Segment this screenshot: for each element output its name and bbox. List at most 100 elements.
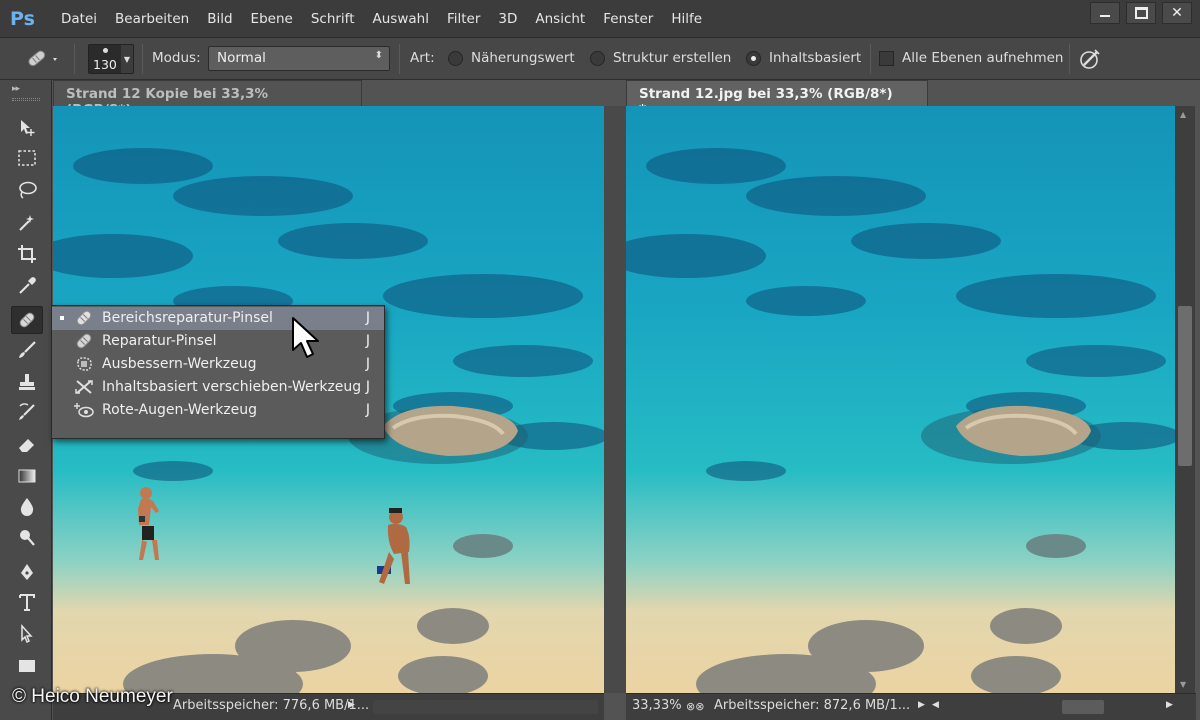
flyout-item-spot-healing-brush[interactable]: Bereichsreparatur-Pinsel J [52, 307, 384, 330]
flyout-item-red-eye[interactable]: Rote-Augen-Werkzeug J [52, 399, 384, 422]
gradient-tool[interactable] [11, 462, 43, 490]
tab-document-1[interactable]: Strand 12 Kopie bei 33,3% (RGB/8*)× [53, 80, 362, 118]
menu-bearbeiten[interactable]: Bearbeiten [115, 11, 189, 27]
selected-bullet [60, 316, 64, 320]
menu-ebene[interactable]: Ebene [251, 11, 293, 27]
blur-tool[interactable] [11, 492, 43, 520]
horizontal-scroll-thumb[interactable] [1062, 700, 1104, 714]
menu-bar: Ps Datei Bearbeiten Bild Ebene Schrift A… [0, 0, 1200, 38]
canvas-document-2[interactable] [626, 106, 1175, 693]
document-gutter [604, 106, 626, 693]
radio-naeherungswert[interactable] [448, 51, 463, 66]
pressure-size-icon[interactable] [1078, 47, 1102, 71]
status-menu-arrow-icon[interactable]: ▶ [918, 700, 925, 710]
brush-size-picker[interactable]: 130 ▼ [88, 44, 134, 74]
spot-healing-tool[interactable] [11, 306, 43, 334]
menu-bild[interactable]: Bild [207, 11, 232, 27]
checkbox-label-all-layers[interactable]: Alle Ebenen aufnehmen [902, 50, 1063, 66]
menu-3d[interactable]: 3D [498, 11, 517, 27]
type-label: Art: [410, 50, 435, 66]
scroll-thumb[interactable] [1178, 306, 1192, 466]
radio-struktur-erstellen[interactable] [590, 51, 605, 66]
brush-tip-dot [103, 48, 108, 53]
select-arrows-icon: ⬍ [374, 50, 383, 61]
type-tool[interactable] [11, 588, 43, 616]
separator [399, 44, 400, 74]
menu-hilfe[interactable]: Hilfe [671, 11, 702, 27]
healing-tools-flyout: Bereichsreparatur-Pinsel J Reparatur-Pin… [51, 305, 385, 439]
beach-photo-2 [626, 106, 1175, 693]
scroll-left-icon[interactable]: ◀ [932, 700, 939, 710]
flyout-item-patch-tool[interactable]: Ausbessern-Werkzeug J [52, 353, 384, 376]
expand-arrows-icon[interactable]: ▸▸ [12, 84, 20, 94]
pen-tool[interactable] [11, 558, 43, 586]
main-menu: Datei Bearbeiten Bild Ebene Schrift Ausw… [52, 11, 711, 27]
scroll-right-icon[interactable]: ▶ [1166, 700, 1173, 710]
zoom-level[interactable]: 33,33% [632, 698, 682, 713]
radio-inhaltsbasiert[interactable] [746, 51, 761, 66]
tab-document-2[interactable]: Strand 12.jpg bei 33,3% (RGB/8*) *× [626, 80, 928, 118]
move-tool[interactable] [11, 114, 43, 142]
patch-tool-icon [77, 357, 92, 371]
minimize-button[interactable] [1090, 2, 1120, 24]
pen-icon [21, 564, 33, 580]
shortcut-key: J [365, 356, 370, 372]
all-layers-checkbox[interactable] [879, 51, 894, 66]
menu-ansicht[interactable]: Ansicht [535, 11, 585, 27]
tool-preset-picker[interactable] [22, 47, 62, 71]
history-brush-tool[interactable] [11, 398, 43, 426]
status-menu-arrow-icon[interactable]: ▶ [348, 700, 355, 710]
chevron-down-icon[interactable]: ▼ [121, 45, 133, 73]
crop-tool[interactable] [11, 240, 43, 268]
separator [74, 44, 75, 74]
horizontal-scroll-track[interactable] [373, 700, 598, 714]
maximize-button[interactable] [1126, 2, 1156, 24]
clone-stamp-tool[interactable] [11, 368, 43, 396]
mode-select[interactable]: Normal ⬍ [208, 46, 390, 71]
drop-icon [20, 498, 34, 516]
marquee-tool[interactable] [11, 144, 43, 172]
flyout-item-content-aware-move[interactable]: Inhaltsbasiert verschieben-Werkzeug J [52, 376, 384, 399]
menu-auswahl[interactable]: Auswahl [373, 11, 429, 27]
shortcut-key: J [365, 333, 370, 349]
flyout-item-healing-brush[interactable]: Reparatur-Pinsel J [52, 330, 384, 353]
radio-label-struktur-erstellen[interactable]: Struktur erstellen [613, 50, 731, 66]
menu-schrift[interactable]: Schrift [311, 11, 355, 27]
window-controls: ✕ [1084, 2, 1192, 24]
radio-label-inhaltsbasiert[interactable]: Inhaltsbasiert [769, 50, 861, 66]
menu-filter[interactable]: Filter [447, 11, 480, 27]
lasso-icon [19, 181, 37, 199]
red-eye-icon [74, 403, 94, 418]
options-bar: 130 ▼ Modus: Normal ⬍ Art: Näherungswert… [0, 38, 1200, 80]
memory-status: Arbeitsspeicher: 776,6 MB/1... [173, 698, 370, 713]
dodge-tool[interactable] [11, 524, 43, 552]
copyright-watermark: © Heico Neumeyer [12, 686, 173, 707]
eyedropper-icon [19, 277, 36, 294]
menu-fenster[interactable]: Fenster [603, 11, 653, 27]
flyout-item-label: Inhaltsbasiert verschieben-Werkzeug [102, 379, 362, 395]
flyout-item-label: Reparatur-Pinsel [102, 333, 217, 349]
brush-tool[interactable] [11, 336, 43, 364]
lasso-tool[interactable] [11, 176, 43, 204]
rectangle-tool[interactable] [11, 652, 43, 680]
mouse-cursor-icon [292, 317, 319, 358]
vertical-scrollbar[interactable]: ▲ ▼ [1175, 106, 1195, 693]
toolbox-grip[interactable] [12, 98, 40, 101]
scroll-up-icon[interactable]: ▲ [1180, 110, 1186, 119]
type-icon [19, 594, 35, 611]
rectangular-marquee-icon [18, 150, 36, 166]
eraser-tool[interactable] [11, 430, 43, 458]
menu-datei[interactable]: Datei [61, 11, 97, 27]
eyedropper-tool[interactable] [11, 272, 43, 300]
spot-healing-brush-icon [76, 310, 92, 326]
scroll-down-icon[interactable]: ▼ [1180, 680, 1186, 689]
quick-selection-tool[interactable] [11, 208, 43, 236]
rectangle-icon [19, 660, 35, 672]
brush-icon [19, 341, 36, 358]
toolbox: ▸▸ [0, 80, 52, 720]
separator [1069, 44, 1070, 74]
photoshop-logo: Ps [10, 8, 35, 30]
close-window-button[interactable]: ✕ [1162, 2, 1192, 24]
radio-label-naeherungswert[interactable]: Näherungswert [471, 50, 575, 66]
path-selection-tool[interactable] [11, 620, 43, 648]
